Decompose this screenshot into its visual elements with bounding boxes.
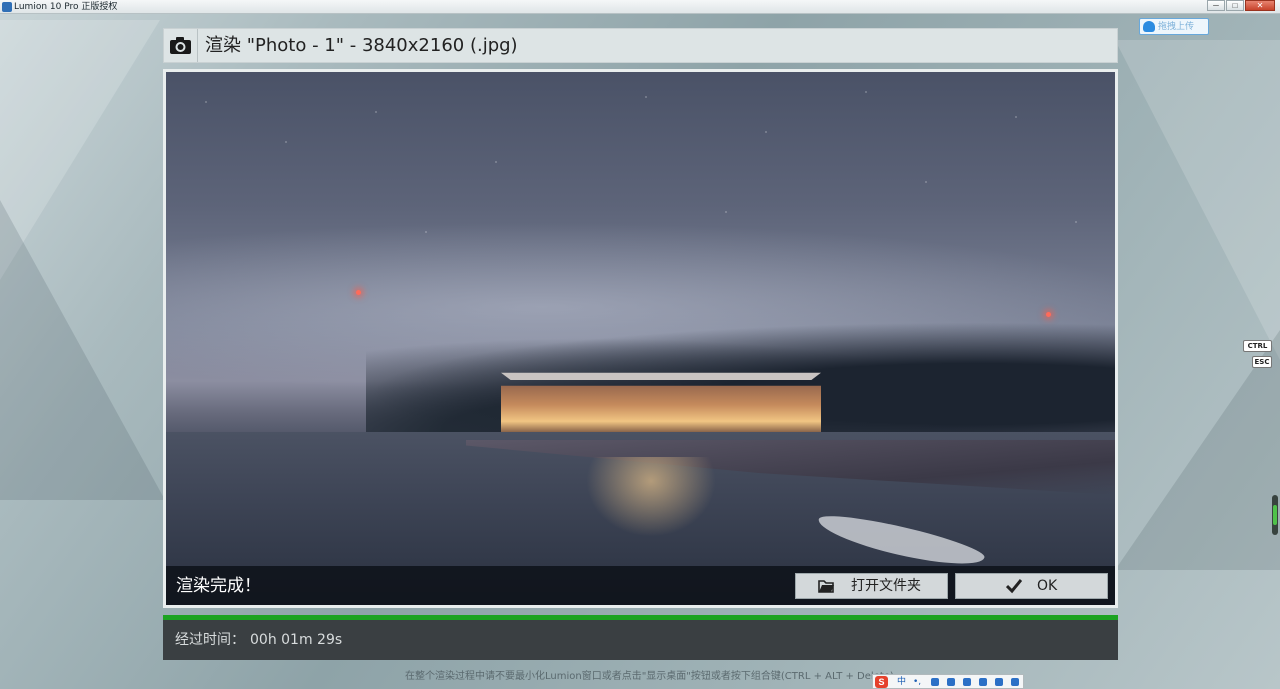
elapsed-time-value: 00h 01m 29s	[250, 632, 343, 648]
microphone-icon[interactable]	[947, 678, 955, 686]
aircraft-light	[1046, 312, 1051, 317]
keyboard-icon[interactable]	[963, 678, 971, 686]
checkmark-icon	[1006, 579, 1022, 594]
render-status-bar: 渲染完成！ 打开文件夹 OK	[166, 566, 1115, 605]
open-folder-label: 打开文件夹	[851, 578, 921, 594]
cloud-upload-widget[interactable]: 拖拽上传	[1139, 18, 1209, 35]
camera-icon	[170, 37, 191, 54]
ok-button[interactable]: OK	[955, 573, 1108, 599]
cloud-widget-label: 拖拽上传	[1158, 22, 1195, 32]
user-icon[interactable]	[979, 678, 987, 686]
ime-toolbar[interactable]: S 中 •,	[872, 674, 1024, 689]
elapsed-time-label: 经过时间：	[175, 632, 245, 648]
water-reflection	[586, 457, 716, 537]
grid-menu-icon[interactable]	[1011, 678, 1019, 686]
window-titlebar: Lumion 10 Pro 正版授权 ─ □ ✕	[0, 0, 1280, 14]
aircraft-light	[356, 290, 361, 295]
render-preview-frame: 渲染完成！ 打开文件夹 OK	[163, 69, 1118, 608]
lit-building	[501, 385, 821, 435]
esc-key-indicator: ESC	[1252, 356, 1272, 368]
minimize-button[interactable]: ─	[1207, 0, 1225, 11]
sogou-ime-logo[interactable]: S	[875, 676, 888, 688]
dialog-title: 渲染 "Photo - 1" - 3840x2160 (.jpg)	[205, 35, 518, 56]
ok-label: OK	[1037, 578, 1058, 594]
camera-button[interactable]	[164, 29, 198, 62]
window-title: Lumion 10 Pro 正版授权	[14, 2, 118, 12]
render-dialog-header: 渲染 "Photo - 1" - 3840x2160 (.jpg)	[163, 28, 1118, 63]
emoji-icon[interactable]	[931, 678, 939, 686]
render-warning-note: 在整个渲染过程中请不要最小化Lumion窗口或者点击"显示桌面"按钮或者按下组合…	[405, 671, 894, 682]
lumion-app-icon	[2, 2, 12, 12]
ctrl-key-indicator: CTRL	[1243, 340, 1272, 352]
ime-mode-toggle[interactable]: 中	[897, 676, 906, 688]
ime-punctuation-toggle[interactable]: •,	[913, 676, 921, 688]
skin-icon[interactable]	[995, 678, 1003, 686]
background-facet	[1115, 40, 1280, 360]
render-status-text: 渲染完成！	[176, 576, 261, 596]
background-facet	[0, 200, 165, 500]
folder-icon	[818, 580, 834, 593]
elapsed-time-bar: 经过时间： 00h 01m 29s	[163, 620, 1118, 660]
open-folder-button[interactable]: 打开文件夹	[795, 573, 948, 599]
cloud-icon	[1143, 21, 1155, 32]
maximize-button[interactable]: □	[1226, 0, 1244, 11]
render-preview-image: 渲染完成！ 打开文件夹 OK	[166, 72, 1115, 605]
side-volume-slider[interactable]	[1272, 495, 1278, 535]
close-window-button[interactable]: ✕	[1245, 0, 1275, 11]
